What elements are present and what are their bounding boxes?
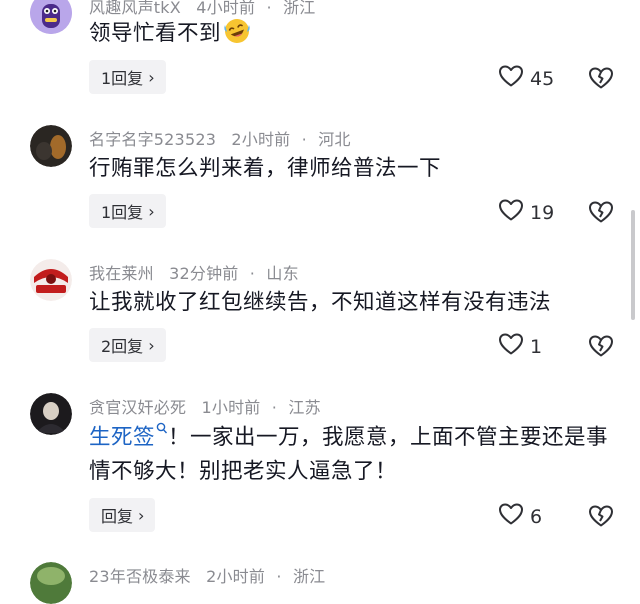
avatar[interactable] <box>30 125 72 167</box>
like-count: 6 <box>530 505 543 528</box>
comment-meta: 风趣风声tkX 4小时前 · 浙江 <box>89 0 316 17</box>
comment-meta: 贪官汉奸必死 1小时前 · 江苏 <box>89 398 321 417</box>
like-count: 45 <box>530 67 555 90</box>
broken-heart-icon <box>588 335 614 362</box>
avatar[interactable] <box>30 259 72 301</box>
avatar[interactable] <box>30 393 72 435</box>
like-button[interactable]: 1 <box>498 332 542 361</box>
broken-heart-icon <box>588 505 614 532</box>
avatar[interactable] <box>30 0 72 34</box>
username[interactable]: 贪官汉奸必死 <box>89 398 186 417</box>
dislike-button[interactable] <box>588 504 614 532</box>
username[interactable]: 23年否极泰来 <box>89 567 191 586</box>
like-button[interactable]: 6 <box>498 502 542 531</box>
timestamp: 2小时前 <box>206 567 266 586</box>
location: 江苏 <box>288 398 321 417</box>
view-replies-button[interactable]: 1回复 › <box>89 194 166 228</box>
view-replies-button[interactable]: 2回复 › <box>89 328 166 362</box>
comment-meta: 23年否极泰来 2小时前 · 浙江 <box>89 567 326 586</box>
laughing-crying-emoji <box>223 17 251 45</box>
heart-outline-icon <box>498 198 524 227</box>
like-count: 19 <box>530 201 555 224</box>
like-button[interactable]: 45 <box>498 64 554 93</box>
comment-text: 行贿罪怎么判来着，律师给普法一下 <box>89 156 442 181</box>
username[interactable]: 我在莱州 <box>89 264 154 283</box>
avatar[interactable] <box>30 562 72 604</box>
heart-outline-icon <box>498 332 524 361</box>
timestamp: 2小时前 <box>231 130 291 149</box>
broken-heart-icon <box>588 67 614 94</box>
reply-button[interactable]: 回复 › <box>89 498 156 532</box>
username[interactable]: 名字名字523523 <box>89 130 216 149</box>
dislike-button[interactable] <box>588 66 614 94</box>
comment-text: 生死签 ！一家出一万，我愿意，上面不管主要还是事情不够大！别把老实人逼急了！ <box>89 422 609 484</box>
chevron-right-icon: › <box>138 505 145 525</box>
timestamp: 32分钟前 <box>169 264 239 283</box>
location: 山东 <box>266 264 299 283</box>
location: 河北 <box>318 130 351 149</box>
heart-outline-icon <box>498 502 524 531</box>
chevron-right-icon: › <box>148 335 155 355</box>
search-icon <box>155 422 168 450</box>
timestamp: 1小时前 <box>201 398 261 417</box>
mention-link[interactable]: 生死签 <box>89 422 168 450</box>
comment-text: 领导忙看不到 <box>89 17 619 51</box>
comment-meta: 我在莱州 32分钟前 · 山东 <box>89 264 299 283</box>
dislike-button[interactable] <box>588 200 614 228</box>
dislike-button[interactable] <box>588 334 614 362</box>
like-count: 1 <box>530 335 543 358</box>
comment-text: 让我就收了红包继续告，不知道这样有没有违法 <box>89 290 552 315</box>
heart-outline-icon <box>498 64 524 93</box>
username[interactable]: 风趣风声tkX <box>89 0 181 17</box>
chevron-right-icon: › <box>148 67 155 87</box>
view-replies-button[interactable]: 1回复 › <box>89 60 166 94</box>
timestamp: 4小时前 <box>196 0 256 17</box>
chevron-right-icon: › <box>148 201 155 221</box>
broken-heart-icon <box>588 201 614 228</box>
location: 浙江 <box>283 0 316 17</box>
location: 浙江 <box>292 567 326 586</box>
scrollbar[interactable] <box>631 210 635 320</box>
comment-meta: 名字名字523523 2小时前 · 河北 <box>89 130 351 149</box>
like-button[interactable]: 19 <box>498 198 554 227</box>
